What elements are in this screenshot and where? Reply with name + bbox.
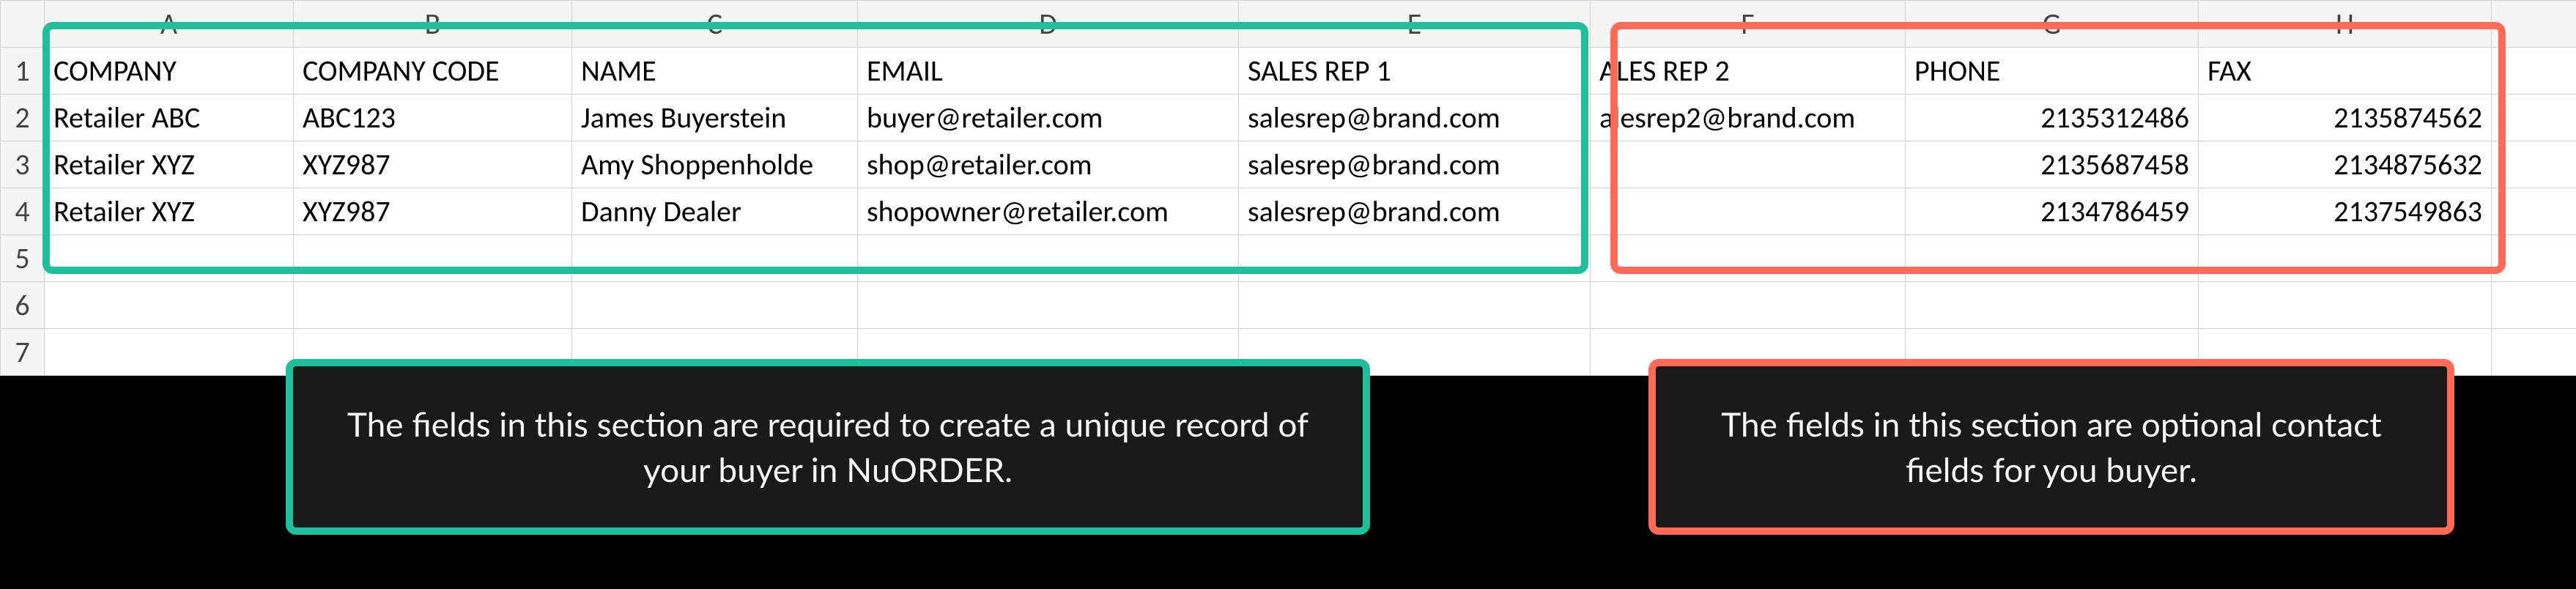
- cell-rest-2[interactable]: [2492, 95, 2576, 141]
- cell-A2[interactable]: Retailer ABC: [45, 95, 294, 141]
- cell-C1[interactable]: NAME: [572, 48, 858, 95]
- cell-C2[interactable]: James Buyerstein: [572, 95, 858, 141]
- cell-rest-1[interactable]: [2492, 48, 2576, 95]
- cell-G2[interactable]: 2135312486: [1906, 95, 2199, 141]
- col-header-H[interactable]: H: [2199, 1, 2492, 48]
- col-header-F[interactable]: F: [1591, 1, 1906, 48]
- table-row: 3 Retailer XYZ XYZ987 Amy Shoppenholde s…: [1, 141, 2576, 188]
- cell-D4[interactable]: shopowner@retailer.com: [858, 188, 1239, 235]
- cell-E3[interactable]: salesrep@brand.com: [1239, 141, 1591, 188]
- cell-A6[interactable]: [45, 282, 294, 329]
- cell-D2[interactable]: buyer@retailer.com: [858, 95, 1239, 141]
- cell-F1[interactable]: ALES REP 2: [1591, 48, 1906, 95]
- cell-D6[interactable]: [858, 282, 1239, 329]
- cell-C5[interactable]: [572, 235, 858, 282]
- cell-E1[interactable]: SALES REP 1: [1239, 48, 1591, 95]
- cell-H6[interactable]: [2199, 282, 2492, 329]
- col-header-C[interactable]: C: [572, 1, 858, 48]
- column-header-row: A B C D E F G H: [1, 1, 2576, 48]
- col-header-D[interactable]: D: [858, 1, 1239, 48]
- grid[interactable]: A B C D E F G H 1 COMPANY COMPANY CODE N…: [0, 0, 2576, 376]
- cell-C3[interactable]: Amy Shoppenholde: [572, 141, 858, 188]
- cell-rest-3[interactable]: [2492, 141, 2576, 188]
- cell-D3[interactable]: shop@retailer.com: [858, 141, 1239, 188]
- cell-F5[interactable]: [1591, 235, 1906, 282]
- row-header-2[interactable]: 2: [1, 95, 45, 141]
- row-header-1[interactable]: 1: [1, 48, 45, 95]
- cell-H2[interactable]: 2135874562: [2199, 95, 2492, 141]
- cell-B3[interactable]: XYZ987: [294, 141, 572, 188]
- cell-A3[interactable]: Retailer XYZ: [45, 141, 294, 188]
- col-header-G[interactable]: G: [1906, 1, 2199, 48]
- cell-B6[interactable]: [294, 282, 572, 329]
- cell-B4[interactable]: XYZ987: [294, 188, 572, 235]
- required-fields-annotation: The fields in this section are required …: [286, 359, 1370, 535]
- cell-C6[interactable]: [572, 282, 858, 329]
- col-header-B[interactable]: B: [294, 1, 572, 48]
- cell-A4[interactable]: Retailer XYZ: [45, 188, 294, 235]
- cell-B2[interactable]: ABC123: [294, 95, 572, 141]
- row-header-4[interactable]: 4: [1, 188, 45, 235]
- cell-G4[interactable]: 2134786459: [1906, 188, 2199, 235]
- col-header-A[interactable]: A: [45, 1, 294, 48]
- cell-G6[interactable]: [1906, 282, 2199, 329]
- table-row: 5: [1, 235, 2576, 282]
- col-header-rest[interactable]: [2492, 1, 2576, 48]
- cell-rest-5[interactable]: [2492, 235, 2576, 282]
- cell-E5[interactable]: [1239, 235, 1591, 282]
- cell-E6[interactable]: [1239, 282, 1591, 329]
- cell-H4[interactable]: 2137549863: [2199, 188, 2492, 235]
- cell-A5[interactable]: [45, 235, 294, 282]
- row-header-3[interactable]: 3: [1, 141, 45, 188]
- spreadsheet: A B C D E F G H 1 COMPANY COMPANY CODE N…: [0, 0, 2576, 376]
- row-header-7[interactable]: 7: [1, 329, 45, 376]
- cell-H5[interactable]: [2199, 235, 2492, 282]
- cell-F3[interactable]: [1591, 141, 1906, 188]
- cell-H3[interactable]: 2134875632: [2199, 141, 2492, 188]
- cell-D5[interactable]: [858, 235, 1239, 282]
- cell-G5[interactable]: [1906, 235, 2199, 282]
- table-row: 2 Retailer ABC ABC123 James Buyerstein b…: [1, 95, 2576, 141]
- cell-A1[interactable]: COMPANY: [45, 48, 294, 95]
- cell-A7[interactable]: [45, 329, 294, 376]
- cell-C4[interactable]: Danny Dealer: [572, 188, 858, 235]
- cell-G1[interactable]: PHONE: [1906, 48, 2199, 95]
- select-all-corner[interactable]: [1, 1, 45, 48]
- cell-G3[interactable]: 2135687458: [1906, 141, 2199, 188]
- cell-F4[interactable]: [1591, 188, 1906, 235]
- cell-H1[interactable]: FAX: [2199, 48, 2492, 95]
- row-header-6[interactable]: 6: [1, 282, 45, 329]
- cell-rest-7[interactable]: [2492, 329, 2576, 376]
- cell-E4[interactable]: salesrep@brand.com: [1239, 188, 1591, 235]
- col-header-E[interactable]: E: [1239, 1, 1591, 48]
- cell-B1[interactable]: COMPANY CODE: [294, 48, 572, 95]
- row-header-5[interactable]: 5: [1, 235, 45, 282]
- cell-D1[interactable]: EMAIL: [858, 48, 1239, 95]
- optional-fields-annotation: The fields in this section are optional …: [1648, 359, 2454, 535]
- table-row: 6: [1, 282, 2576, 329]
- cell-F2[interactable]: alesrep2@brand.com: [1591, 95, 1906, 141]
- cell-F6[interactable]: [1591, 282, 1906, 329]
- cell-E2[interactable]: salesrep@brand.com: [1239, 95, 1591, 141]
- cell-rest-6[interactable]: [2492, 282, 2576, 329]
- table-row: 1 COMPANY COMPANY CODE NAME EMAIL SALES …: [1, 48, 2576, 95]
- cell-rest-4[interactable]: [2492, 188, 2576, 235]
- cell-B5[interactable]: [294, 235, 572, 282]
- table-row: 4 Retailer XYZ XYZ987 Danny Dealer shopo…: [1, 188, 2576, 235]
